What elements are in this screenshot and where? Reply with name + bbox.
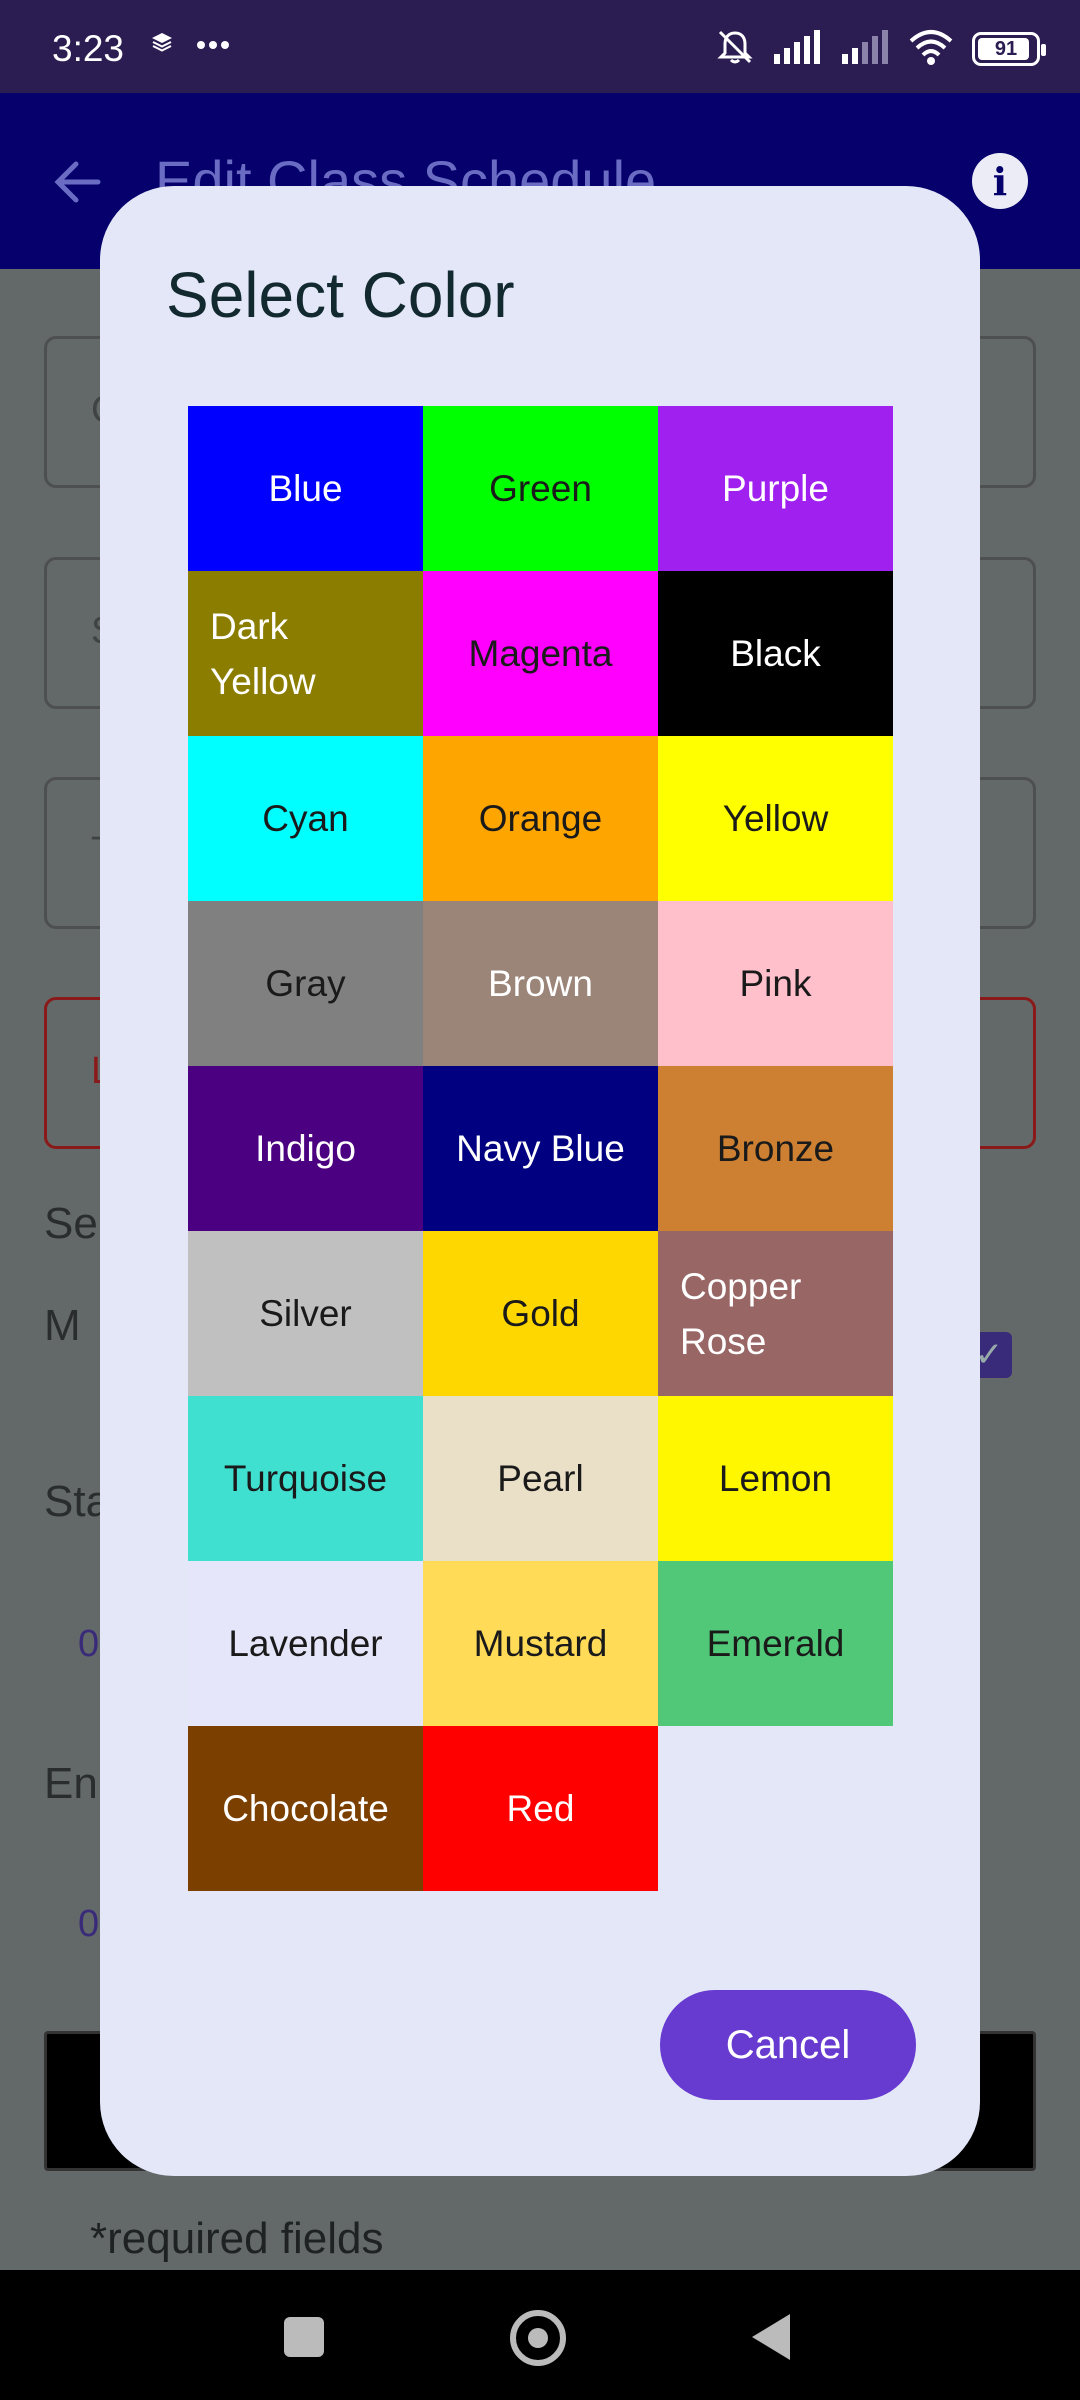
info-icon[interactable]: i (972, 153, 1028, 209)
signal-weak-icon (840, 30, 890, 68)
end-label: En (44, 1759, 98, 1808)
section-label: Se (44, 1199, 98, 1248)
color-swatch-mustard[interactable]: Mustard (423, 1561, 658, 1726)
color-swatch-blue[interactable]: Blue (188, 406, 423, 571)
color-swatch-silver[interactable]: Silver (188, 1231, 423, 1396)
color-swatch-orange[interactable]: Orange (423, 736, 658, 901)
color-swatch-navy-blue[interactable]: Navy Blue (423, 1066, 658, 1231)
color-swatch-brown[interactable]: Brown (423, 901, 658, 1066)
wifi-icon (908, 29, 954, 69)
dialog-title: Select Color (166, 259, 515, 331)
color-swatch-purple[interactable]: Purple (658, 406, 893, 571)
color-swatch-indigo[interactable]: Indigo (188, 1066, 423, 1231)
color-swatch-turquoise[interactable]: Turquoise (188, 1396, 423, 1561)
battery-level: 91 (994, 37, 1018, 60)
day-label: M (44, 1301, 81, 1350)
color-swatch-copper-rose[interactable]: Copper Rose (658, 1231, 893, 1396)
color-swatch-lavender[interactable]: Lavender (188, 1561, 423, 1726)
color-swatch-green[interactable]: Green (423, 406, 658, 571)
color-swatch-cyan[interactable]: Cyan (188, 736, 423, 901)
color-swatch-gold[interactable]: Gold (423, 1231, 658, 1396)
start-value: 0 (78, 1623, 100, 1665)
home-circle-icon[interactable] (510, 2310, 566, 2366)
status-time: 3:23 (52, 28, 125, 69)
color-swatch-emerald[interactable]: Emerald (658, 1561, 893, 1726)
required-note: *required fields (90, 2214, 384, 2263)
color-swatch-chocolate[interactable]: Chocolate (188, 1726, 423, 1891)
color-swatch-black[interactable]: Black (658, 571, 893, 736)
cancel-button[interactable]: Cancel (660, 1990, 916, 2100)
end-value: 0 (78, 1903, 100, 1945)
color-swatch-pearl[interactable]: Pearl (423, 1396, 658, 1561)
arrow-back-icon[interactable] (50, 155, 104, 209)
more-dots-icon (196, 35, 230, 54)
status-bar: 3:23 91 (0, 0, 1080, 93)
bell-off-icon (716, 28, 754, 70)
color-swatch-gray[interactable]: Gray (188, 901, 423, 1066)
color-swatch-dark-yellow[interactable]: Dark Yellow (188, 571, 423, 736)
color-swatch-bronze[interactable]: Bronze (658, 1066, 893, 1231)
battery-icon: 91 (972, 32, 1046, 66)
signal-icon (772, 30, 822, 68)
back-triangle-icon[interactable] (752, 2314, 790, 2360)
recents-square-icon[interactable] (284, 2317, 324, 2357)
color-swatch-red[interactable]: Red (423, 1726, 658, 1891)
color-swatch-yellow[interactable]: Yellow (658, 736, 893, 901)
color-swatch-lemon[interactable]: Lemon (658, 1396, 893, 1561)
layers-icon (150, 30, 174, 58)
navigation-bar (0, 2270, 1080, 2400)
color-grid: Blue Green Purple Dark Yellow Magenta Black Cya… (188, 406, 893, 1891)
select-color-dialog: Select Color Blue Green Purple Dark Yellow Ma… (100, 186, 980, 2176)
color-swatch-magenta[interactable]: Magenta (423, 571, 658, 736)
color-swatch-pink[interactable]: Pink (658, 901, 893, 1066)
